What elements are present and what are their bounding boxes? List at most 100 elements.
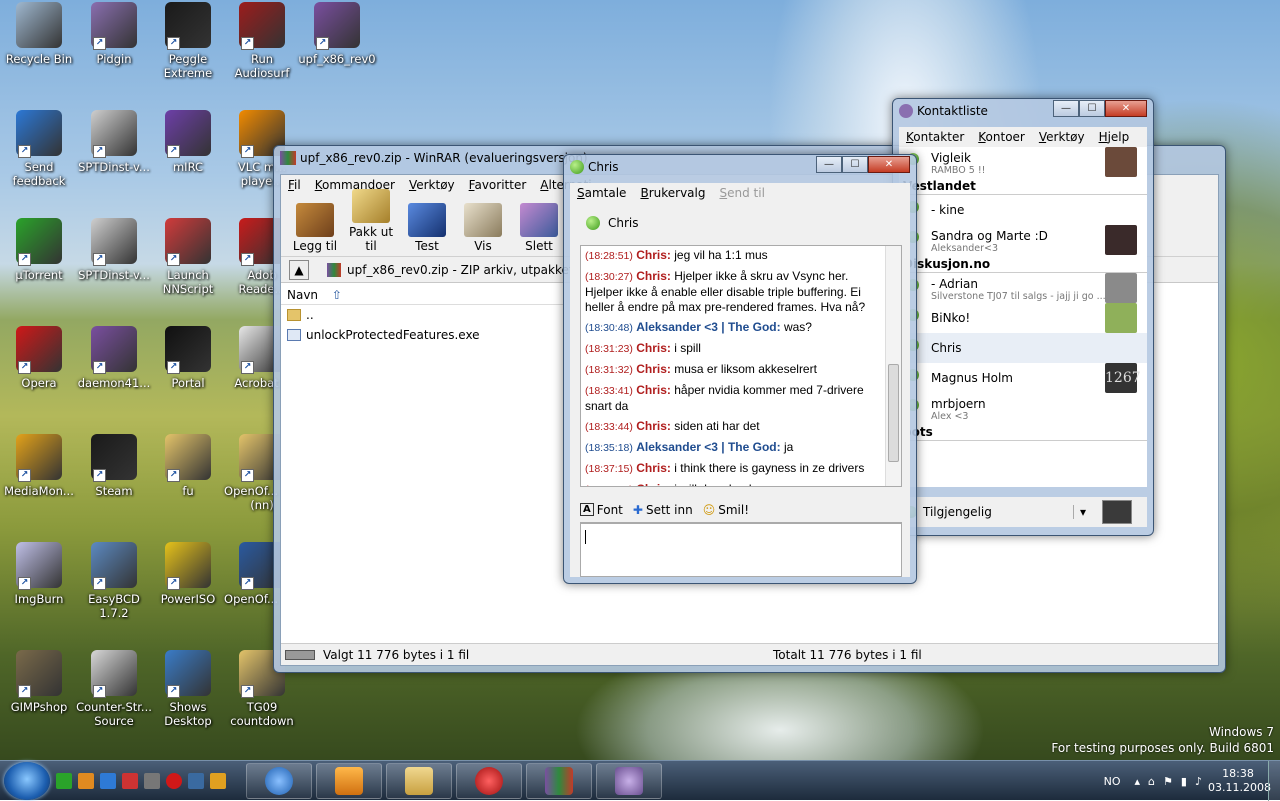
desktop-icon[interactable]: Recycle Bin <box>0 2 78 66</box>
desktop-icon[interactable]: ↗ MediaMon... <box>0 434 78 498</box>
taskbar-media-player[interactable] <box>316 762 382 799</box>
buddy-group[interactable]: bots <box>899 423 1147 441</box>
conversation-log[interactable]: (18:28:51) Chris: jeg vil ha 1:1 mus (18:… <box>580 245 902 487</box>
usb-icon[interactable]: ⌂ <box>1148 775 1155 788</box>
menu-verktoy[interactable]: Verktøy <box>1032 130 1092 144</box>
desktop-icon[interactable]: ↗ SPTDinst-v... <box>75 218 153 282</box>
add-button[interactable]: Legg til <box>287 203 343 253</box>
language-indicator[interactable]: NO <box>1104 775 1121 788</box>
desktop-icon[interactable]: ↗ Peggle Extreme <box>149 2 227 80</box>
pidgin-icon <box>899 104 913 118</box>
quicklaunch-app-icon[interactable] <box>144 772 160 789</box>
status-selector[interactable]: Tilgjengelig ▾ <box>899 497 1147 527</box>
desktop-icon[interactable]: ↗ GIMPshop <box>0 650 78 714</box>
menu-kontoer[interactable]: Kontoer <box>971 130 1032 144</box>
contact-list-window[interactable]: Kontaktliste — ☐ ✕ Kontakter Kontoer Ver… <box>892 98 1154 536</box>
up-folder-icon[interactable]: ▲ <box>289 259 309 280</box>
file-row[interactable]: .. <box>281 305 563 325</box>
buddy-row[interactable]: mrbjoern Alex <3 <box>899 393 1147 423</box>
contacts-titlebar[interactable]: Kontaktliste — ☐ ✕ <box>893 99 1153 123</box>
buddy-row[interactable]: - Adrian Silverstone TJ07 til salgs - jaj… <box>899 273 1147 303</box>
winrar-menu-verktoy[interactable]: Verktøy <box>402 178 462 192</box>
desktop-icon[interactable]: ↗ Launch NNScript <box>149 218 227 296</box>
ie-icon[interactable] <box>100 772 116 789</box>
insert-button[interactable]: ✚ Sett inn <box>633 503 693 517</box>
network-icon[interactable]: ▮ <box>1181 775 1187 788</box>
buddy-list[interactable]: Vigleik RAMBO 5 !! Vestlandet - kine Sandra … <box>899 147 1147 487</box>
show-desktop-button[interactable] <box>1268 761 1280 801</box>
test-button[interactable]: Test <box>399 203 455 253</box>
media-player-icon <box>335 766 363 795</box>
buddy-row[interactable]: Magnus Holm 1267 <box>899 363 1147 393</box>
view-button[interactable]: Vis <box>455 203 511 253</box>
buddy-row[interactable]: Sandra og Marte :D Aleksander<3 <box>899 225 1147 255</box>
taskbar-explorer[interactable] <box>386 762 452 799</box>
buddy-row[interactable]: - kine <box>899 195 1147 225</box>
buddy-icon-avatar[interactable] <box>1102 500 1133 524</box>
media-player-icon[interactable] <box>210 772 226 789</box>
opera-icon[interactable] <box>166 772 182 789</box>
scrollbar[interactable] <box>885 246 901 486</box>
desktop-icon[interactable]: ↗ fu <box>149 434 227 498</box>
desktop-icon[interactable]: ↗ SPTDinst-v... <box>75 110 153 174</box>
desktop-icon[interactable]: ↗ Run Audiosurf <box>223 2 301 80</box>
chevron-down-icon[interactable]: ▾ <box>1073 505 1092 519</box>
desktop-icon[interactable]: ↗ Shows Desktop <box>149 650 227 728</box>
clock[interactable]: 18:38 03.11.2008 <box>1208 767 1271 795</box>
taskbar-winrar[interactable] <box>526 762 592 799</box>
tray-expand-icon[interactable]: ▴ <box>1135 775 1141 788</box>
desktop-icon[interactable]: ↗ PowerISO <box>149 542 227 606</box>
desktop-icon[interactable]: ↗ Opera <box>0 326 78 390</box>
desktop-icon[interactable]: ↗ Counter-Str... Source <box>75 650 153 728</box>
menu-brukervalg[interactable]: Brukervalg <box>633 186 712 200</box>
scrollbar-thumb[interactable] <box>888 364 899 462</box>
smiley-button[interactable]: ☺ Smil! <box>703 503 749 517</box>
desktop-icon[interactable]: ↗ mIRC <box>149 110 227 174</box>
maximize-button[interactable]: ☐ <box>1079 100 1105 117</box>
quicklaunch-app-icon[interactable] <box>78 772 94 789</box>
desktop-icon[interactable]: ↗ daemon41... <box>75 326 153 390</box>
menu-kontakter[interactable]: Kontakter <box>899 130 971 144</box>
delete-button[interactable]: Slett <box>511 203 567 253</box>
chat-titlebar[interactable]: Chris — ☐ ✕ <box>564 155 916 179</box>
minimize-button[interactable]: — <box>816 156 842 173</box>
close-button[interactable]: ✕ <box>868 156 910 173</box>
desktop-icon[interactable]: ↗ µTorrent <box>0 218 78 282</box>
menu-hjelp[interactable]: Hjelp <box>1092 130 1137 144</box>
column-header-name[interactable]: Navn ⇧ <box>281 285 563 305</box>
menu-samtale[interactable]: Samtale <box>570 186 633 200</box>
desktop-icon[interactable]: ↗ Send feedback <box>0 110 78 188</box>
winrar-file-list[interactable]: Navn ⇧ .. unlockProtectedFeatures.exe <box>281 285 563 641</box>
winrar-menu-fil[interactable]: Fil <box>281 178 308 192</box>
buddy-group[interactable]: Diskusjon.no <box>899 255 1147 273</box>
extract-button[interactable]: Pakk ut til <box>343 189 399 253</box>
quicklaunch-app-icon[interactable] <box>56 772 72 789</box>
desktop-icon[interactable]: ↗ ImgBurn <box>0 542 78 606</box>
file-row[interactable]: unlockProtectedFeatures.exe <box>281 325 563 345</box>
desktop-icon[interactable]: ↗ EasyBCD 1.7.2 <box>75 542 153 620</box>
winrar-menu-favoritter[interactable]: Favoritter <box>462 178 534 192</box>
buddy-row[interactable]: Chris <box>899 333 1147 363</box>
message-input[interactable] <box>580 523 902 577</box>
desktop-icon[interactable]: ↗ upf_x86_rev0 <box>298 2 376 66</box>
quicklaunch-app-icon[interactable] <box>122 772 138 789</box>
buddy-row[interactable]: BiNko! <box>899 303 1147 333</box>
maximize-button[interactable]: ☐ <box>842 156 868 173</box>
menu-send-til[interactable]: Send til <box>712 186 771 200</box>
action-center-icon[interactable]: ⚑ <box>1163 775 1173 788</box>
desktop-icon[interactable]: ↗ Steam <box>75 434 153 498</box>
quicklaunch-app-icon[interactable] <box>188 772 204 789</box>
desktop-icon[interactable]: ↗ Pidgin <box>75 2 153 66</box>
buddy-row[interactable]: Vigleik RAMBO 5 !! <box>899 147 1147 177</box>
volume-icon[interactable]: ♪ <box>1195 775 1202 788</box>
font-button[interactable]: A Font <box>580 503 623 517</box>
minimize-button[interactable]: — <box>1053 100 1079 117</box>
taskbar-pidgin[interactable] <box>596 762 662 799</box>
taskbar-opera[interactable] <box>456 762 522 799</box>
desktop-icon[interactable]: ↗ Portal <box>149 326 227 390</box>
taskbar-ie[interactable] <box>246 762 312 799</box>
close-button[interactable]: ✕ <box>1105 100 1147 117</box>
chat-window[interactable]: Chris — ☐ ✕ Samtale Brukervalg Send til … <box>563 154 917 584</box>
start-button[interactable] <box>4 761 50 800</box>
buddy-group[interactable]: Vestlandet <box>899 177 1147 195</box>
